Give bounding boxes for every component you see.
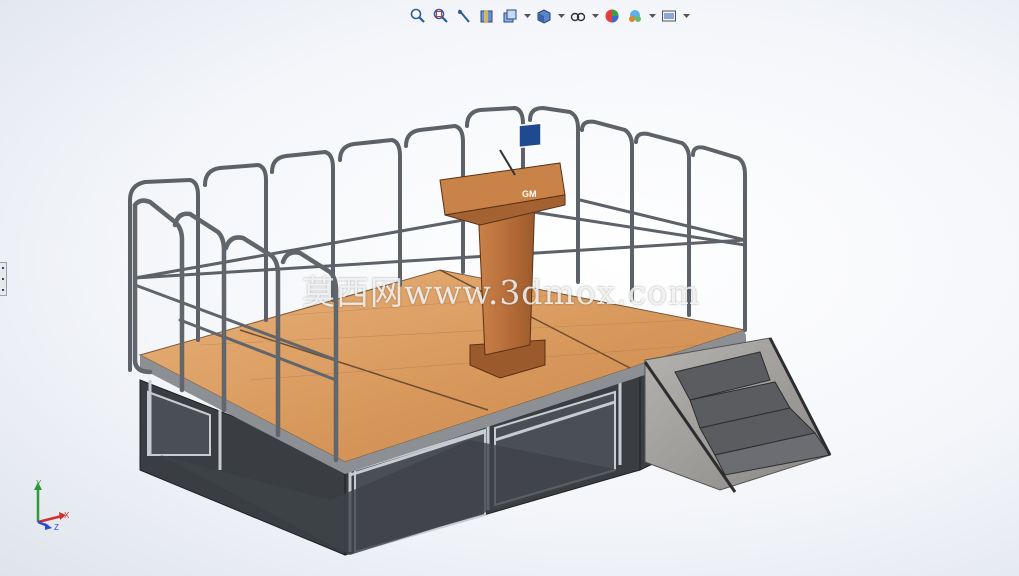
triad-x-label: X (64, 511, 70, 520)
edit-appearance-button[interactable] (602, 6, 622, 26)
chevron-down-icon (682, 13, 690, 18)
panel-collapse-handle[interactable] (0, 262, 7, 296)
graphics-viewport[interactable]: GM 莫西网www.3dmox.com Y X Z (0, 0, 1019, 576)
previous-view-button[interactable] (454, 6, 474, 26)
view-settings-dropdown[interactable] (682, 6, 690, 26)
display-style-button[interactable] (534, 6, 554, 26)
hide-show-items-icon (570, 12, 586, 22)
grip-dot (2, 288, 4, 291)
hide-show-items-dropdown[interactable] (591, 6, 599, 26)
grip-dot (2, 267, 4, 270)
section-view-button[interactable] (477, 6, 497, 26)
view-orientation-icon (503, 9, 517, 23)
podium-badge-text: GM (522, 189, 537, 199)
hide-show-items-button[interactable] (568, 6, 588, 26)
reference-triad: Y X Z (34, 479, 70, 532)
heads-up-view-toolbar (408, 5, 690, 27)
chevron-down-icon (591, 13, 599, 18)
zoom-to-fit-icon (410, 8, 425, 23)
display-style-dropdown[interactable] (557, 6, 565, 26)
zoom-to-fit-button[interactable] (408, 6, 428, 26)
view-settings-icon (662, 10, 676, 22)
podium-badge (518, 122, 542, 149)
zoom-to-area-icon (433, 8, 448, 23)
view-orientation-dropdown[interactable] (523, 6, 531, 26)
apply-scene-button[interactable] (625, 6, 645, 26)
display-style-icon (537, 9, 551, 24)
view-settings-button[interactable] (659, 6, 679, 26)
triad-y-label: Y (36, 479, 42, 488)
chevron-down-icon (557, 13, 565, 18)
apply-scene-icon (629, 10, 641, 22)
watermark-text: 莫西网www.3dmox.com (302, 273, 701, 312)
triad-z-label: Z (54, 523, 59, 532)
previous-view-icon (458, 9, 470, 23)
zoom-to-area-button[interactable] (431, 6, 451, 26)
stairs (643, 337, 832, 493)
edit-appearance-icon (605, 9, 619, 23)
section-view-icon (480, 10, 493, 23)
apply-scene-dropdown[interactable] (648, 6, 656, 26)
view-orientation-button[interactable] (500, 6, 520, 26)
chevron-down-icon (523, 13, 531, 18)
grip-dot (2, 277, 4, 280)
chevron-down-icon (648, 13, 656, 18)
